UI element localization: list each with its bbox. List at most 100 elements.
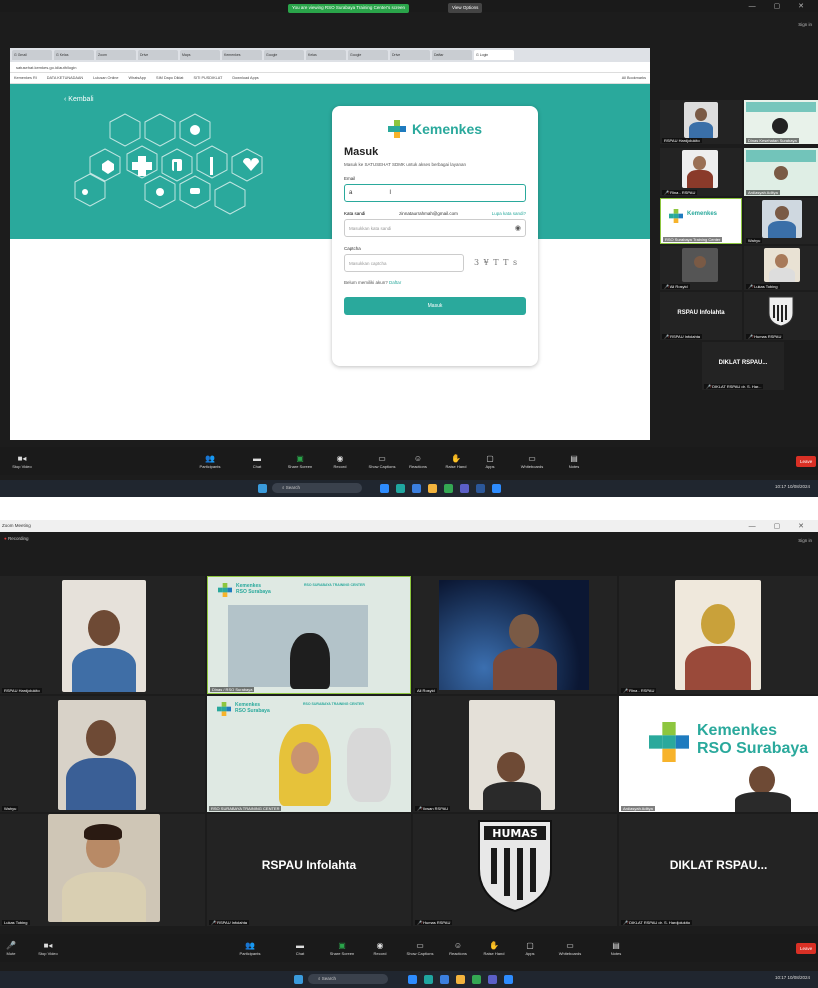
- zoom-app-icon[interactable]: [380, 484, 389, 493]
- bookmark-item[interactable]: Lulusan Online: [93, 76, 118, 80]
- gallery-tile[interactable]: Lukas Tobing: [0, 814, 205, 926]
- stop-video-button[interactable]: ■◂ Stop Video: [28, 941, 68, 956]
- back-link[interactable]: ‹ Kembali: [64, 96, 94, 103]
- system-tray[interactable]: 10:17 10/08/2024: [775, 975, 810, 980]
- browser-tab[interactable]: Maps: [180, 50, 220, 60]
- browser-tab[interactable]: Drive: [138, 50, 178, 60]
- explorer-app-icon[interactable]: [428, 484, 437, 493]
- raise-hand-button[interactable]: ✋ Raise Hand: [474, 941, 514, 956]
- browser-tab[interactable]: Google: [264, 50, 304, 60]
- apps-button[interactable]: ▢ Apps: [470, 454, 510, 469]
- eye-icon[interactable]: ◉: [515, 224, 521, 232]
- submit-button[interactable]: Masuk: [344, 297, 526, 315]
- chat-button[interactable]: ▬ Chat: [237, 454, 277, 469]
- whiteboards-button[interactable]: ▭ Whiteboards: [550, 941, 590, 956]
- store-app-icon[interactable]: [440, 975, 449, 984]
- mute-button[interactable]: 🎤 Mute: [0, 941, 22, 956]
- participant-tile[interactable]: 🎤̸ Ali Rosyid: [660, 246, 742, 290]
- explorer-app-icon[interactable]: [456, 975, 465, 984]
- participant-tile[interactable]: Dinas Kesehatan Surabaya: [744, 100, 818, 144]
- reactions-button[interactable]: ☺ Reactions: [398, 454, 438, 469]
- bookmark-item[interactable]: WhatsApp: [129, 76, 147, 80]
- whiteboards-button[interactable]: ▭ Whiteboards: [512, 454, 552, 469]
- password-field[interactable]: Masukkan kata sandi ◉: [344, 219, 526, 237]
- system-tray[interactable]: 10:17 10/08/2024: [775, 484, 810, 489]
- word-app-icon[interactable]: [476, 484, 485, 493]
- gallery-tile[interactable]: RSPAU Infolahta 🎤̸ RSPAU Infolahta: [207, 814, 411, 926]
- browser-tab[interactable]: Zoom: [96, 50, 136, 60]
- browser-tab[interactable]: Google: [348, 50, 388, 60]
- taskbar-search[interactable]: ⌕ Search: [272, 483, 362, 493]
- bookmark-item[interactable]: SITI PUSDIKLAT: [193, 76, 222, 80]
- participants-button[interactable]: 👥 Participants: [190, 454, 230, 469]
- teams-app-icon[interactable]: [488, 975, 497, 984]
- gallery-tile[interactable]: Wahyu: [0, 696, 205, 812]
- teams-app-icon[interactable]: [460, 484, 469, 493]
- record-button[interactable]: ◉ Record: [320, 454, 360, 469]
- gallery-tile[interactable]: 🎤̸ Rina - RSPAU: [619, 576, 818, 694]
- participant-tile[interactable]: 🎤̸ Rina - RSPAU: [660, 148, 742, 196]
- autofill-suggestion[interactable]: zinnataurrahmah@gmail.com: [399, 211, 458, 216]
- windows-start-icon[interactable]: [258, 484, 267, 493]
- forgot-password-link[interactable]: Lupa kata sandi?: [492, 211, 526, 216]
- register-link[interactable]: Daftar: [389, 280, 401, 285]
- browser-tab-active[interactable]: G Login: [474, 50, 514, 60]
- gallery-tile[interactable]: Kemenkes RSO Surabaya RSO SURABAYA TRAINI…: [207, 576, 411, 694]
- browser-tab[interactable]: G Gmail: [12, 50, 52, 60]
- browser-tab[interactable]: Daftar: [432, 50, 472, 60]
- zoom-meeting-app-icon[interactable]: [492, 484, 501, 493]
- leave-button[interactable]: Leave: [796, 943, 817, 954]
- captions-button[interactable]: ▭ Show Captions: [400, 941, 440, 956]
- notes-button[interactable]: ▤ Notes: [596, 941, 636, 956]
- taskbar-search[interactable]: ⌕ Search: [308, 974, 388, 984]
- participant-tile[interactable]: Ardiasyah Aditya: [744, 148, 818, 196]
- chrome-app-icon[interactable]: [472, 975, 481, 984]
- participant-tile[interactable]: 🎤̸ Humas RSPAU: [744, 292, 818, 340]
- browser-tab[interactable]: G Kelas: [54, 50, 94, 60]
- edge-app-icon[interactable]: [424, 975, 433, 984]
- share-screen-button[interactable]: ▣ Share Screen: [280, 454, 320, 469]
- browser-tab[interactable]: Drive: [390, 50, 430, 60]
- chat-button[interactable]: ▬ Chat: [280, 941, 320, 956]
- gallery-tile[interactable]: 🎤̸ Ikwan RSPAU: [413, 696, 617, 812]
- captions-button[interactable]: ▭ Show Captions: [362, 454, 402, 469]
- gallery-tile[interactable]: RSPAU Hardjolukito: [0, 576, 205, 694]
- window-controls[interactable]: — ▢ ✕: [749, 2, 812, 10]
- bookmark-item[interactable]: Download Apps: [232, 76, 258, 80]
- view-options-button[interactable]: View Options: [448, 3, 483, 13]
- sign-in-link[interactable]: Sign in: [798, 22, 812, 27]
- edge-app-icon[interactable]: [396, 484, 405, 493]
- browser-tab[interactable]: Kemenkes: [222, 50, 262, 60]
- address-bar[interactable]: satusehat.kemkes.go.id/auth/login: [10, 62, 650, 73]
- gallery-tile[interactable]: Ali Rosyid: [413, 576, 617, 694]
- stop-video-button[interactable]: ■◂ Stop Video: [2, 454, 42, 469]
- gallery-tile[interactable]: DIKLAT RSPAU... 🎤̸ DIKLAT RSPAU dr. S. H…: [619, 814, 818, 926]
- participant-tile-active-speaker[interactable]: Kemenkes RSO Surabaya Training Center: [660, 198, 742, 244]
- record-button[interactable]: ◉ Record: [360, 941, 400, 956]
- participants-button[interactable]: 👥 Participants: [230, 941, 270, 956]
- bookmark-item[interactable]: DATA KETUNADAAN: [47, 76, 83, 80]
- participant-tile[interactable]: DIKLAT RSPAU... 🎤̸ DIKLAT RSPAU dr. S. H…: [702, 342, 784, 390]
- email-field[interactable]: a I: [344, 184, 526, 202]
- notes-button[interactable]: ▤ Notes: [554, 454, 594, 469]
- participant-tile[interactable]: Wahyu: [744, 198, 818, 244]
- chrome-app-icon[interactable]: [444, 484, 453, 493]
- share-screen-button[interactable]: ▣ Share Screen: [322, 941, 362, 956]
- participant-tile[interactable]: 🎤̸ Lukas Tobing: [744, 246, 818, 290]
- gallery-tile[interactable]: Kemenkes RSO Surabaya RSO SURABAYA TRAINI…: [207, 696, 411, 812]
- leave-button[interactable]: Leave: [796, 456, 817, 467]
- zoom-app-icon[interactable]: [408, 975, 417, 984]
- gallery-tile[interactable]: HUMAS 🎤̸ Humas RSPAU: [413, 814, 617, 926]
- reactions-button[interactable]: ☺ Reactions: [438, 941, 478, 956]
- gallery-tile[interactable]: Kemenkes RSO Surabaya Ardiasyah Aditya: [619, 696, 818, 812]
- sign-in-link[interactable]: Sign in: [798, 538, 812, 543]
- captcha-field[interactable]: Masukkan captcha: [344, 254, 464, 272]
- participant-tile[interactable]: RSPAU Infolahta 🎤̸ RSPAU Infolahta: [660, 292, 742, 340]
- zoom-meeting-app-icon[interactable]: [504, 975, 513, 984]
- browser-tab[interactable]: Kelas: [306, 50, 346, 60]
- window-controls[interactable]: — ▢ ✕: [749, 522, 812, 530]
- participant-tile[interactable]: RSPAU Hardjolukito: [660, 100, 742, 144]
- store-app-icon[interactable]: [412, 484, 421, 493]
- apps-button[interactable]: ▢ Apps: [510, 941, 550, 956]
- windows-start-icon[interactable]: [294, 975, 303, 984]
